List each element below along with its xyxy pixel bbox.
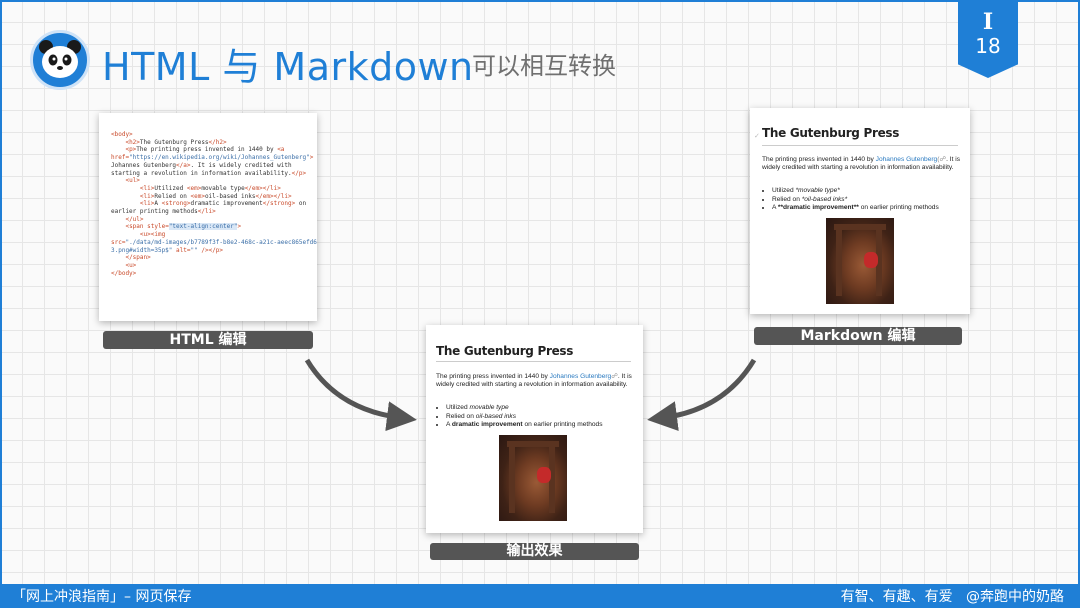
code-line: </ul> [125,215,144,223]
code-line: <li>Utilized <em>movable type</em></li> [139,184,281,192]
link-icon: ☍ [611,373,618,380]
code-line: <li>A <strong>dramatic improvement</stro… [139,200,307,208]
output-preview-card: The Gutenburg Press The printing press i… [426,325,643,533]
list-item: Relied on *oil-based inks* [772,196,962,205]
page-subtitle: 可以相互转换 [472,52,616,80]
code-line: src="./data/md-images/b7789f3f-b8e2-468c… [111,238,317,246]
markdown-paragraph: The printing press invented in 1440 by J… [762,156,961,172]
arrow-right-to-output [647,358,757,431]
code-line: <h2>The Gutenburg Press</h2> [125,138,227,146]
output-heading: The Gutenburg Press [436,344,574,358]
output-list: Utilized movable type Relied on oil-base… [446,404,636,430]
code-line: href="https://en.wikipedia.org/wiki/Joha… [111,154,314,162]
list-item: Relied on oil-based inks [446,413,636,422]
chapter-roman: I [982,9,994,35]
code-line: <u><img [139,231,166,239]
code-line: <p>The printing press invented in 1440 b… [125,146,285,154]
code-line: 3.png#width=35p$" alt="" /></p> [111,246,224,254]
output-heading-rule [436,361,631,362]
code-line: Johannes Gutenberg</a>. It is widely cre… [111,161,292,169]
panda-logo-icon [30,30,90,90]
list-item: Utilized movable type [446,404,636,413]
footer-left-text: 「网上冲浪指南」– 网页保存 [12,589,192,605]
markdown-heading: The Gutenburg Press [762,126,900,140]
code-line: <li>Relied on <em>oil-based inks</em></l… [139,192,292,200]
printing-press-image [826,218,894,304]
code-line: <body> [111,131,133,138]
code-line: <span style="text-align:center"> [125,223,242,231]
code-line: <u> [125,261,137,269]
footer-right-text: 有智、有趣、有爱 @奔跑中的奶酪 [840,589,1064,605]
markdown-edit-label: Markdown 编辑 [754,327,962,345]
html-code-block: <body> <h2>The Gutenburg Press</h2> <p>T… [99,113,317,277]
list-item: A dramatic improvement on earlier printi… [446,421,636,430]
page-number: 18 [975,34,1001,58]
printing-press-image [499,435,567,521]
gutenberg-link[interactable]: Johannes Gutenberg [550,373,612,380]
code-line: </body> [111,269,137,277]
footer-bar: 「网上冲浪指南」– 网页保存 有智、有趣、有爱 @奔跑中的奶酪 [2,584,1078,608]
list-item: A **dramatic improvement** on earlier pr… [772,204,962,213]
list-item: Utilized *movable type* [772,187,962,196]
markdown-list: Utilized *movable type* Relied on *oil-b… [772,187,962,213]
markdown-heading-rule [762,145,958,146]
output-paragraph: The printing press invented in 1440 by J… [436,373,632,389]
html-code-card: <body> <h2>The Gutenburg Press</h2> <p>T… [99,113,317,321]
code-line: starting a revolution in information ava… [111,169,307,177]
code-line: <ul> [125,177,140,185]
markdown-preview-card: ✓ The Gutenburg Press The printing press… [750,108,970,314]
output-label: 输出效果 [430,543,639,560]
gutenberg-link[interactable]: Johannes Gutenberg [876,156,938,163]
page-title: HTML 与 Markdown [102,45,474,89]
arrow-left-to-output [304,358,417,432]
html-edit-label: HTML 编辑 [103,331,313,349]
page-number-badge: I 18 [958,2,1018,78]
code-line: earlier printing methods</li> [111,208,216,216]
code-line: </span> [125,254,151,262]
